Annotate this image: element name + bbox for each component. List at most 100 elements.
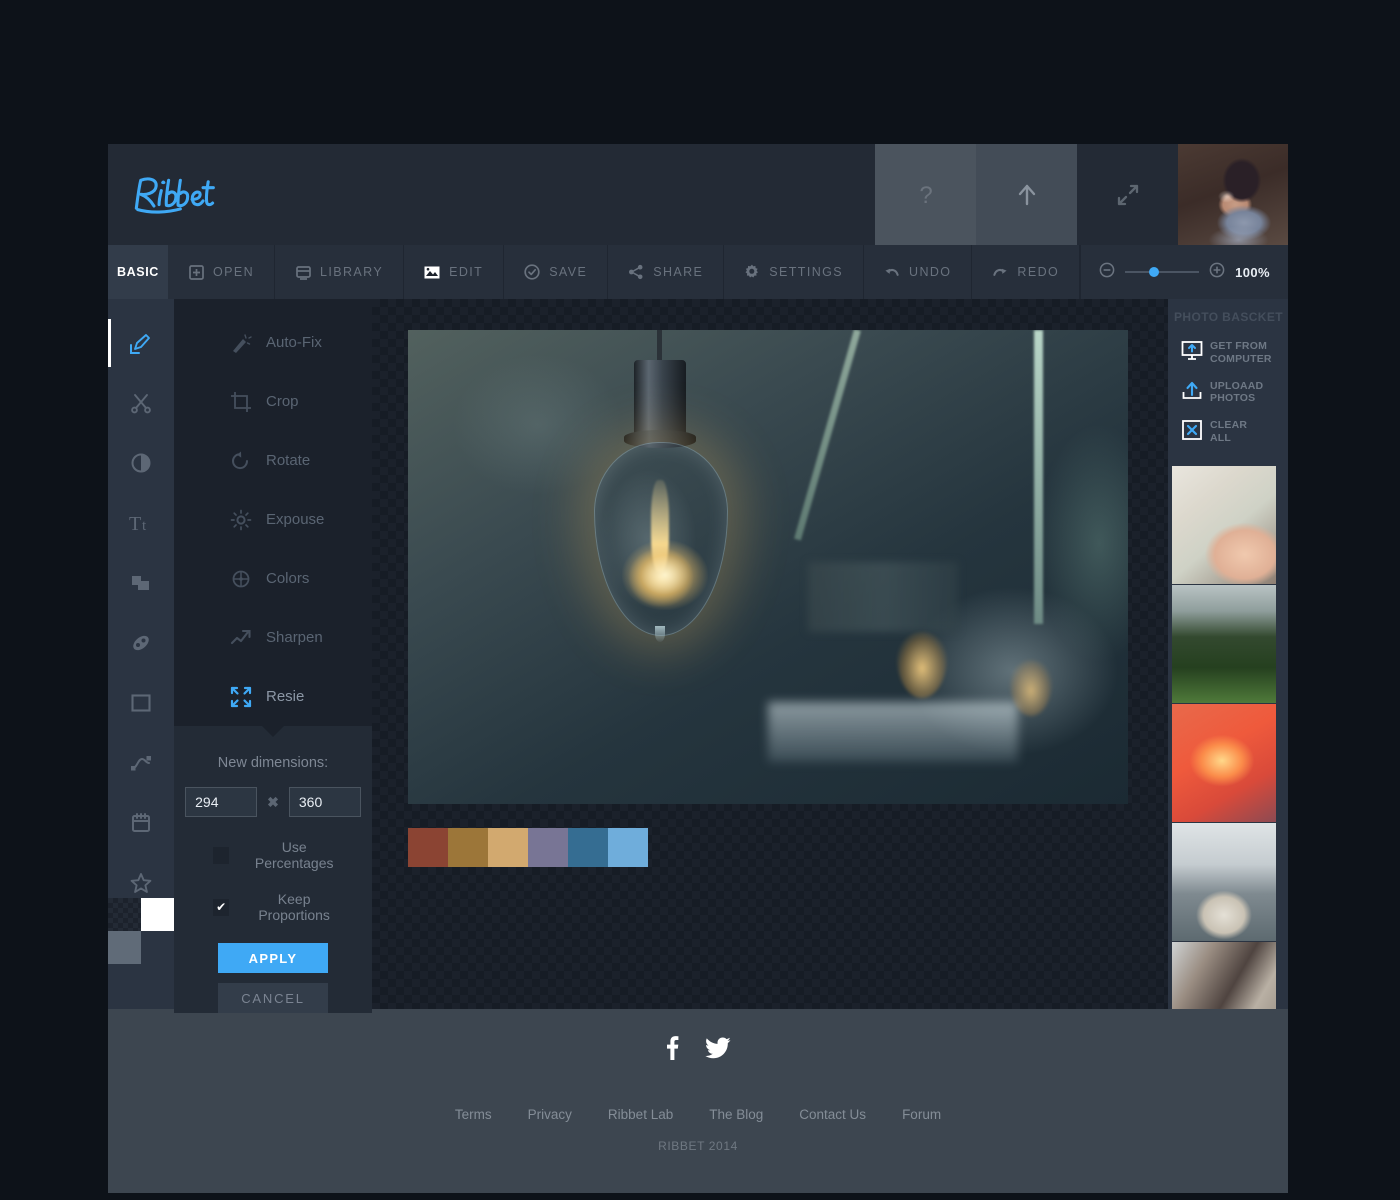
basket-thumbnail[interactable] <box>1172 822 1276 941</box>
share-nodes-icon <box>628 264 644 280</box>
rail-item-cut[interactable] <box>108 373 174 433</box>
upload-arrow-icon <box>1018 184 1035 205</box>
rail-item-curve[interactable] <box>108 733 174 793</box>
toolbar-item-label: SHARE <box>653 265 704 279</box>
height-input[interactable] <box>288 787 361 817</box>
facebook-icon[interactable] <box>665 1035 679 1061</box>
svg-text:t: t <box>142 518 147 534</box>
flyout-item-colors[interactable]: Colors <box>174 549 372 608</box>
app-header: ? <box>108 144 1288 245</box>
footer-link-terms[interactable]: Terms <box>455 1107 492 1122</box>
palette-swatch[interactable] <box>408 828 448 867</box>
avatar[interactable] <box>1178 144 1288 245</box>
flyout-item-auto-fix[interactable]: Auto-Fix <box>174 313 372 372</box>
toolbar-item-save[interactable]: SAVE <box>504 245 609 299</box>
cancel-button[interactable]: CANCEL <box>218 983 328 1013</box>
keep-proportions-checkbox[interactable]: ✔ <box>213 898 230 916</box>
dimension-inputs-row: ✖ <box>185 787 361 817</box>
rail-item-contrast[interactable] <box>108 433 174 493</box>
flyout-item-crop[interactable]: Crop <box>174 372 372 431</box>
palette-swatch[interactable] <box>568 828 608 867</box>
toolbar-item-label: LIBRARY <box>320 265 384 279</box>
palette-swatch[interactable] <box>488 828 528 867</box>
toolbar-item-label: SETTINGS <box>769 265 844 279</box>
flyout-item-rotate[interactable]: Rotate <box>174 431 372 490</box>
clear-all-button[interactable]: CLEAR ALL <box>1168 419 1288 445</box>
use-percentages-row[interactable]: Use Percentages <box>200 839 346 871</box>
fullscreen-button[interactable] <box>1077 144 1178 245</box>
basket-thumbnail[interactable] <box>1172 465 1276 584</box>
flyout-item-expouse[interactable]: Expouse <box>174 490 372 549</box>
ribbet-photo-editor-app: ? BASIC OPEN LIBRARY EDIT SAVE SHARE SET… <box>108 144 1288 1193</box>
flyout-item-resie[interactable]: Resie <box>174 667 372 726</box>
resize-arrows-icon <box>230 686 252 708</box>
edited-photo[interactable] <box>408 330 1128 804</box>
zoom-slider[interactable] <box>1125 267 1200 277</box>
rail-item-layers[interactable] <box>108 553 174 613</box>
sun-exposure-icon <box>230 509 252 531</box>
curve-path-icon <box>131 756 151 771</box>
toolbar-item-redo[interactable]: REDO <box>972 245 1081 299</box>
basket-thumbnail[interactable] <box>1172 584 1276 703</box>
background-color-swatch[interactable] <box>108 931 141 964</box>
rail-item-basic-edit[interactable] <box>108 313 174 373</box>
footer-link-the-blog[interactable]: The Blog <box>709 1107 763 1122</box>
touchup-icon <box>133 635 149 651</box>
main-toolbar: BASIC OPEN LIBRARY EDIT SAVE SHARE SETTI… <box>108 245 1288 299</box>
footer-link-contact-us[interactable]: Contact Us <box>799 1107 866 1122</box>
rail-item-sticker[interactable] <box>108 793 174 853</box>
help-button[interactable]: ? <box>875 144 976 245</box>
zoom-slider-thumb[interactable] <box>1149 267 1160 277</box>
rotate-icon <box>230 450 252 472</box>
toolbar-item-edit[interactable]: EDIT <box>404 245 505 299</box>
rail-item-text[interactable]: Tt <box>108 493 174 553</box>
foreground-color-swatch[interactable] <box>141 898 174 931</box>
photo-bulb-glow <box>622 540 708 610</box>
use-percentages-label: Use Percentages <box>254 839 334 871</box>
upload-photos-button[interactable]: UPLOAAD PHOTOS <box>1168 380 1288 406</box>
app-body: Tt Auto-Fix Crop Rotate Expouse Colors S… <box>108 299 1288 1013</box>
width-input[interactable] <box>185 787 258 817</box>
use-percentages-checkbox[interactable] <box>213 846 230 864</box>
footer-link-ribbet-lab[interactable]: Ribbet Lab <box>608 1107 673 1122</box>
color-swatches <box>108 898 174 964</box>
zoom-in-button[interactable] <box>1209 262 1225 283</box>
transparent-swatch[interactable] <box>108 898 141 931</box>
save-check-icon <box>524 264 540 280</box>
palette-swatch[interactable] <box>448 828 488 867</box>
toolbar-item-settings[interactable]: SETTINGS <box>724 245 865 299</box>
color-palette <box>408 828 648 867</box>
twitter-icon[interactable] <box>705 1035 731 1061</box>
editor-canvas[interactable] <box>372 299 1168 1009</box>
palette-swatch[interactable] <box>528 828 568 867</box>
ribbet-logo-icon <box>134 176 215 214</box>
rail-item-touchup[interactable] <box>108 613 174 673</box>
toolbar-item-open[interactable]: OPEN <box>168 245 276 299</box>
basket-thumbnail[interactable] <box>1172 941 1276 1009</box>
toolbar-item-undo[interactable]: UNDO <box>864 245 973 299</box>
photo-background-pole <box>1034 330 1044 624</box>
redo-arrow-icon <box>992 264 1008 280</box>
palette-swatch[interactable] <box>608 828 648 867</box>
flyout-item-sharpen[interactable]: Sharpen <box>174 608 372 667</box>
basket-thumbnail[interactable] <box>1172 703 1276 822</box>
tab-basic[interactable]: BASIC <box>108 245 168 299</box>
apply-button[interactable]: APPLY <box>218 943 328 973</box>
get-from-computer-label: GET FROM COMPUTER <box>1210 340 1272 365</box>
toolbar-item-library[interactable]: LIBRARY <box>275 245 405 299</box>
footer-link-privacy[interactable]: Privacy <box>528 1107 572 1122</box>
social-links <box>665 1035 731 1061</box>
upload-button[interactable] <box>976 144 1077 245</box>
footer-link-forum[interactable]: Forum <box>902 1107 941 1122</box>
rail-item-frame[interactable] <box>108 673 174 733</box>
upload-photos-label: UPLOAAD PHOTOS <box>1210 379 1264 405</box>
svg-text:?: ? <box>919 182 932 209</box>
zoom-out-button[interactable] <box>1099 262 1115 283</box>
keep-proportions-row[interactable]: ✔ Keep Proportions <box>200 891 346 923</box>
copyright-text: RIBBET 2014 <box>658 1139 738 1153</box>
brand-logo[interactable] <box>108 144 875 245</box>
get-from-computer-button[interactable]: GET FROM COMPUTER <box>1168 340 1288 366</box>
svg-text:T: T <box>129 513 141 535</box>
zoom-control[interactable]: 100% <box>1081 245 1288 299</box>
toolbar-item-share[interactable]: SHARE <box>608 245 725 299</box>
